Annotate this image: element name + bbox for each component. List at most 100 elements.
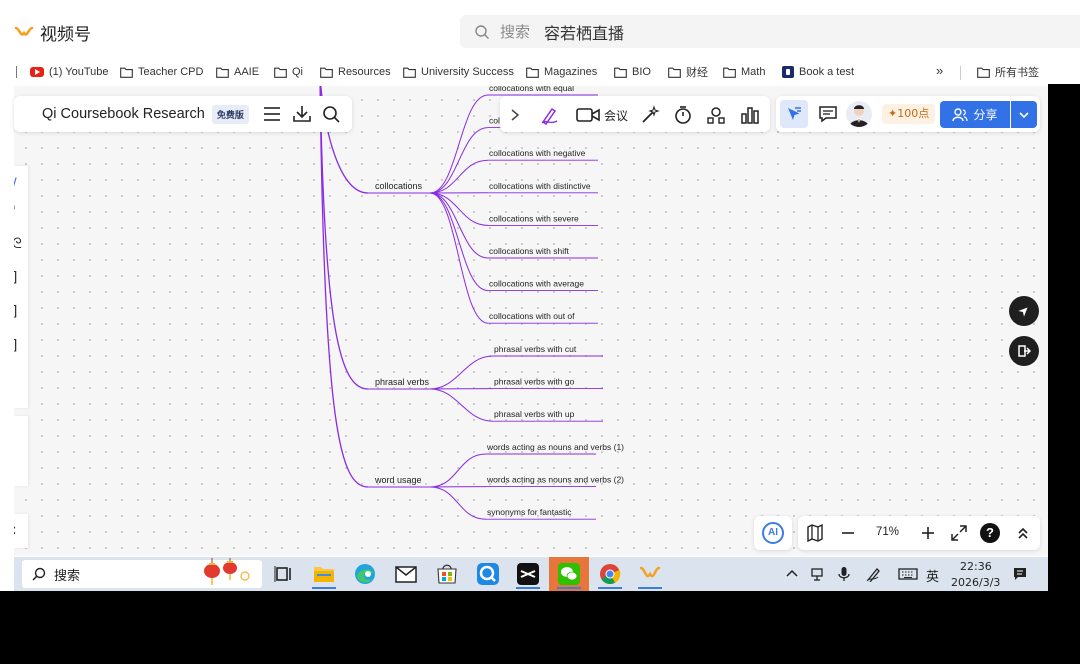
zoom-in-icon[interactable] xyxy=(920,525,936,541)
mindmap-node-collocations[interactable]: collocations xyxy=(375,181,423,191)
side-dot-icon[interactable]: : xyxy=(14,456,15,466)
bookmark-aaie[interactable]: AAIE xyxy=(216,64,259,80)
mindmap-child-node[interactable]: collocations with negative xyxy=(489,148,586,158)
bookmark-label: Magazines xyxy=(544,66,598,78)
menu-icon[interactable] xyxy=(262,105,282,123)
bookmark-youtube[interactable]: (1) YouTube xyxy=(30,64,109,80)
side-dot-icon[interactable]: · xyxy=(14,428,15,438)
select-tool-button[interactable] xyxy=(780,100,808,128)
plan-badge[interactable]: 免费版 xyxy=(211,104,249,124)
mindmap-child-node[interactable]: phrasal verbs with cut xyxy=(494,344,577,354)
pen-tool-icon[interactable] xyxy=(540,105,560,125)
side-more-icon[interactable]: : xyxy=(14,522,17,538)
share-button[interactable]: 分享 xyxy=(940,101,1010,128)
keyboard-icon[interactable] xyxy=(898,566,918,582)
chevron-up-icon[interactable] xyxy=(784,566,800,582)
side-bracket-icon[interactable]: ] xyxy=(14,270,17,286)
points-badge[interactable]: ✦100点 xyxy=(882,104,936,124)
mail-icon[interactable] xyxy=(394,562,418,586)
mindmap-child-node[interactable]: collocations with distinctive xyxy=(489,181,591,191)
ideas-icon[interactable] xyxy=(706,105,726,125)
video-meeting-icon[interactable] xyxy=(576,105,600,125)
bookmark-all-bookmarks[interactable]: 所有书签 xyxy=(977,64,1039,80)
folder-icon xyxy=(403,67,416,78)
search-icon xyxy=(475,24,489,39)
minimap-icon[interactable] xyxy=(806,524,824,542)
mindmap-child-node[interactable]: synonyms for fantastic xyxy=(487,507,572,517)
bookmark-university-success[interactable]: University Success xyxy=(403,64,514,80)
mindmap-child-node[interactable]: collocations with shift xyxy=(489,246,569,256)
side-shape-icon[interactable]: ᘓ xyxy=(14,236,22,252)
bookmark-resources[interactable]: Resources xyxy=(320,64,391,80)
mindmap-node-word-usage[interactable]: word usage xyxy=(374,475,422,485)
bookmark-teacher-cpd[interactable]: Teacher CPD xyxy=(120,64,203,80)
zoom-level[interactable]: 71% xyxy=(876,526,899,538)
side-pen-icon[interactable]: / xyxy=(14,176,17,192)
left-side-panel[interactable]: / ' ᘓ ] ] ] xyxy=(14,166,28,408)
file-explorer-icon[interactable] xyxy=(312,562,336,586)
network-icon[interactable] xyxy=(810,566,826,582)
mindmap-child-node[interactable]: collocations with average xyxy=(489,279,584,289)
mindmap-child-node[interactable]: collocations with out of xyxy=(489,311,575,321)
collab-toolbar: 会议 xyxy=(500,96,770,132)
exit-presentation-button[interactable] xyxy=(1009,336,1039,366)
meeting-label[interactable]: 会议 xyxy=(604,107,628,124)
chevron-right-icon[interactable] xyxy=(508,105,522,125)
mindmap-child-node[interactable]: collocations with severe xyxy=(489,213,579,223)
left-side-panel-bottom[interactable]: : xyxy=(14,514,28,548)
side-tool-icon[interactable]: ' xyxy=(14,204,16,220)
edge-browser-icon[interactable] xyxy=(353,562,377,586)
comment-icon[interactable] xyxy=(818,105,838,123)
avatar[interactable] xyxy=(846,101,872,127)
bookmark-magazines[interactable]: Magazines xyxy=(526,64,597,80)
ai-assistant-button[interactable]: AI xyxy=(762,522,784,544)
doc-title[interactable]: Qi Coursebook Research xyxy=(42,106,205,122)
mindmap-child-node[interactable]: collocations with equal xyxy=(489,86,574,93)
bookmark-qi[interactable]: Qi xyxy=(274,64,303,80)
task-view-icon[interactable] xyxy=(272,562,296,586)
pen-tray-icon[interactable] xyxy=(866,566,882,582)
bookmark-math[interactable]: Math xyxy=(723,64,765,80)
chevron-double-up-icon[interactable] xyxy=(1016,525,1030,541)
channels-app-icon[interactable] xyxy=(638,562,662,586)
clock-time[interactable]: 22:36 xyxy=(960,560,992,573)
mindmap-child-node[interactable]: words acting as nouns and verbs (1) xyxy=(486,442,624,452)
notification-icon[interactable] xyxy=(1012,566,1028,582)
side-bracket-icon[interactable]: ] xyxy=(14,304,17,320)
mindmap-node-phrasal-verbs[interactable]: phrasal verbs xyxy=(375,377,430,387)
zoom-out-icon[interactable] xyxy=(840,525,856,541)
bookmarks-more-button[interactable]: » xyxy=(936,63,943,78)
timer-icon[interactable] xyxy=(673,105,693,125)
help-button[interactable]: ? xyxy=(980,523,1000,543)
download-icon[interactable] xyxy=(292,105,312,123)
fullscreen-icon[interactable] xyxy=(950,524,968,542)
side-bracket-icon[interactable]: ] xyxy=(14,338,17,354)
search-app-icon[interactable] xyxy=(476,562,500,586)
mindmap-child-node[interactable]: phrasal verbs with up xyxy=(494,409,575,419)
magic-wand-icon[interactable] xyxy=(640,105,660,125)
share-dropdown-button[interactable] xyxy=(1011,101,1037,128)
bookmark-book-a-test[interactable]: Book a test xyxy=(782,64,854,80)
input-method-indicator[interactable]: 英 xyxy=(926,566,939,585)
microphone-icon[interactable] xyxy=(836,566,852,582)
bookmark-finance[interactable]: 财经 xyxy=(668,64,708,80)
search-icon[interactable] xyxy=(322,105,342,123)
clock-date[interactable]: 2026/3/3 xyxy=(951,576,1000,589)
bar-chart-icon[interactable] xyxy=(740,105,760,125)
mindmap-child-branch xyxy=(429,486,487,520)
wechat-icon[interactable] xyxy=(557,562,581,586)
ai-assistant-panel: AI xyxy=(754,516,792,550)
mind-map[interactable]: collocations collocations with equal collo… xyxy=(14,86,1048,556)
search-query[interactable]: 容若栖直播 xyxy=(544,20,624,44)
mindmap-child-node[interactable]: words acting as nouns and verbs (2) xyxy=(486,475,624,485)
bookmark-bio[interactable]: BIO xyxy=(614,64,651,80)
left-side-panel-lower[interactable]: · : xyxy=(14,416,28,486)
capcut-icon[interactable] xyxy=(516,562,540,586)
chrome-icon[interactable] xyxy=(598,562,622,586)
brand[interactable]: 视频号 xyxy=(14,20,91,45)
presenter-cursor-button[interactable] xyxy=(1009,296,1039,326)
whiteboard-canvas[interactable]: collocations collocations with equal collo… xyxy=(14,86,1048,556)
mindmap-child-node[interactable]: phrasal verbs with go xyxy=(494,377,575,387)
microsoft-store-icon[interactable] xyxy=(435,562,459,586)
search-bar[interactable]: 搜索 容若栖直播 xyxy=(460,15,1080,48)
